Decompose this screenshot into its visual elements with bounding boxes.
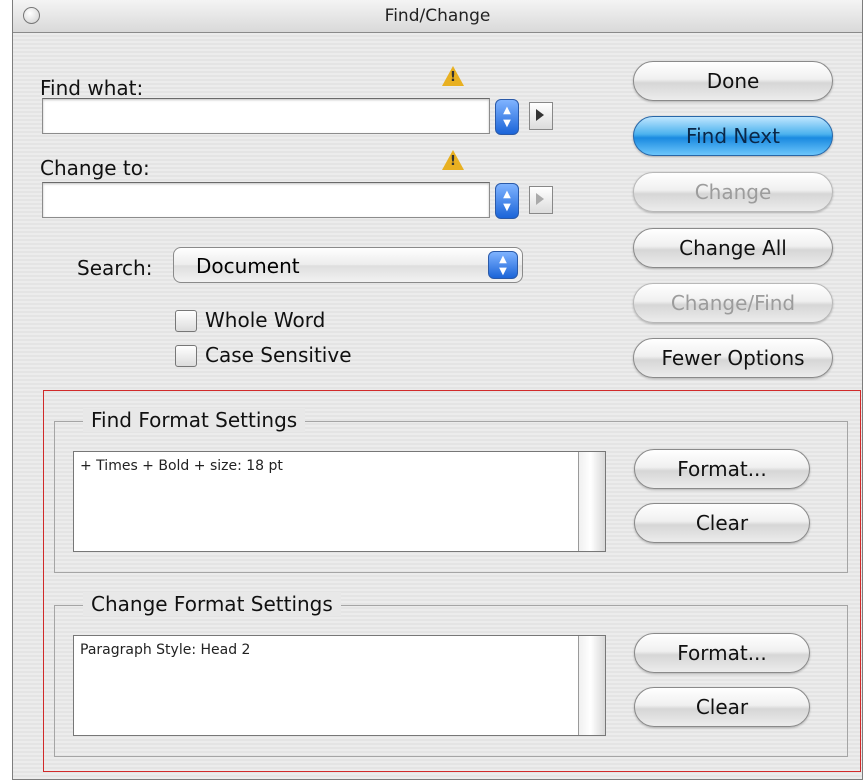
select-arrows-icon: ▲ ▼ bbox=[488, 251, 518, 279]
change-format-settings-group: Change Format Settings Paragraph Style: … bbox=[54, 592, 848, 757]
search-scope-select[interactable]: Document ▲ ▼ bbox=[173, 247, 523, 283]
format-settings-highlight: Find Format Settings + Times + Bold + si… bbox=[43, 390, 861, 772]
find-format-text: + Times + Bold + size: 18 pt bbox=[80, 458, 283, 474]
find-what-input[interactable] bbox=[49, 101, 473, 133]
change-to-field[interactable] bbox=[42, 182, 490, 218]
find-special-menu-arrow-icon[interactable] bbox=[529, 102, 553, 130]
find-format-button[interactable]: Format... bbox=[634, 449, 810, 489]
change-format-list[interactable]: Paragraph Style: Head 2 bbox=[73, 635, 606, 736]
change-warning-icon: ! bbox=[442, 150, 464, 170]
change-format-text: Paragraph Style: Head 2 bbox=[80, 642, 251, 658]
change-button[interactable]: Change bbox=[633, 172, 833, 212]
find-change-dialog: Find/Change Find what: ! ▲ ▼ Change to: !… bbox=[12, 0, 863, 780]
change-clear-button[interactable]: Clear bbox=[634, 687, 810, 727]
case-sensitive-label[interactable]: Case Sensitive bbox=[205, 343, 352, 367]
change-all-button[interactable]: Change All bbox=[633, 228, 833, 268]
find-what-field[interactable] bbox=[42, 98, 490, 134]
find-format-settings-group: Find Format Settings + Times + Bold + si… bbox=[54, 408, 848, 573]
find-warning-icon: ! bbox=[442, 66, 464, 86]
find-format-settings-title: Find Format Settings bbox=[83, 408, 306, 432]
search-scope-value: Document bbox=[196, 254, 300, 278]
change-format-scrollbar[interactable] bbox=[578, 636, 605, 735]
whole-word-label[interactable]: Whole Word bbox=[205, 308, 325, 332]
find-what-label: Find what: bbox=[40, 76, 144, 100]
done-button[interactable]: Done bbox=[633, 61, 833, 101]
title-bar: Find/Change bbox=[13, 0, 862, 33]
change-format-settings-title: Change Format Settings bbox=[83, 592, 341, 616]
change-special-menu-arrow-icon[interactable] bbox=[529, 186, 553, 214]
whole-word-checkbox[interactable] bbox=[175, 310, 197, 332]
find-history-stepper-icon[interactable]: ▲ ▼ bbox=[495, 99, 519, 135]
change-find-button[interactable]: Change/Find bbox=[633, 283, 833, 323]
change-format-button[interactable]: Format... bbox=[634, 633, 810, 673]
search-label: Search: bbox=[77, 256, 153, 280]
window-title: Find/Change bbox=[384, 6, 491, 26]
find-format-scrollbar[interactable] bbox=[578, 452, 605, 551]
fewer-options-button[interactable]: Fewer Options bbox=[633, 338, 833, 378]
find-next-button[interactable]: Find Next bbox=[633, 116, 833, 156]
find-clear-button[interactable]: Clear bbox=[634, 503, 810, 543]
change-history-stepper-icon[interactable]: ▲ ▼ bbox=[495, 183, 519, 219]
change-to-label: Change to: bbox=[40, 156, 150, 180]
change-to-input[interactable] bbox=[49, 185, 473, 217]
case-sensitive-checkbox[interactable] bbox=[175, 345, 197, 367]
find-format-list[interactable]: + Times + Bold + size: 18 pt bbox=[73, 451, 606, 552]
